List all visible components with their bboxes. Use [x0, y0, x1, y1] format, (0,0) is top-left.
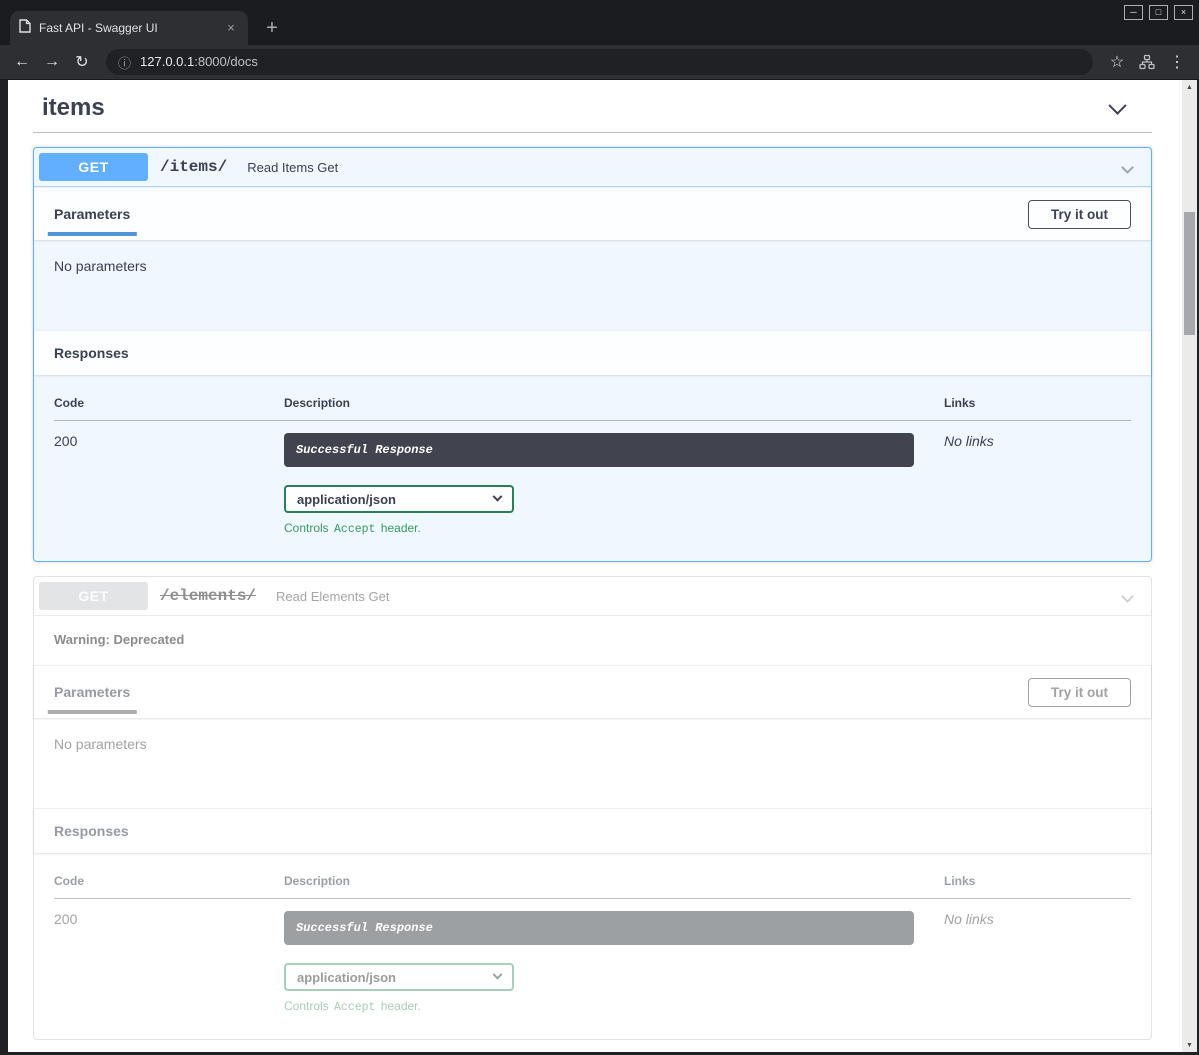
col-header-links: Links [944, 870, 1131, 899]
hint-suffix: header. [381, 521, 421, 535]
accept-header-hint: Controls Accept header. [284, 999, 914, 1014]
window-maximize-button[interactable]: □ [1149, 5, 1168, 20]
response-description: Successful Response [284, 433, 914, 467]
responses-body: Code Description Links 200 Successful Re… [34, 375, 1151, 561]
opblock-summary[interactable]: GET /items/ Read Items Get [34, 148, 1151, 187]
browser-viewport: items GET /items/ Read Items Get Paramet… [0, 80, 1199, 1055]
col-header-links: Links [944, 392, 1131, 421]
endpoint-path: /elements/ [160, 587, 256, 605]
back-button[interactable]: ← [8, 48, 36, 76]
window-minimize-button[interactable]: ─ [1124, 5, 1143, 20]
endpoint-summary: Read Elements Get [276, 589, 389, 604]
hint-prefix: Controls [284, 521, 329, 535]
collapse-chevron-icon[interactable] [1121, 590, 1134, 603]
response-code: 200 [54, 421, 284, 537]
col-header-code: Code [54, 870, 284, 899]
parameters-body: No parameters [34, 718, 1151, 808]
swagger-page: items GET /items/ Read Items Get Paramet… [8, 80, 1182, 1052]
media-type-value: application/json [297, 970, 396, 985]
tab-title: Fast API - Swagger UI [39, 21, 215, 35]
tab-close-icon[interactable]: × [223, 20, 239, 36]
response-description: Successful Response [284, 911, 914, 945]
hint-prefix: Controls [284, 999, 329, 1013]
section-divider [33, 132, 1152, 133]
collapse-chevron-icon[interactable] [1121, 161, 1134, 174]
no-parameters-text: No parameters [54, 736, 147, 752]
close-icon: × [1181, 8, 1186, 17]
try-it-out-button[interactable]: Try it out [1028, 678, 1131, 707]
select-caret-icon [493, 969, 503, 979]
parameters-header: Parameters Try it out [34, 187, 1151, 240]
media-type-select[interactable]: application/json [284, 963, 514, 991]
browser-toolbar: ← → ↻ ⓘ 127.0.0.1:8000/docs ☆ ⋮ [0, 45, 1199, 80]
try-it-out-button[interactable]: Try it out [1028, 200, 1131, 229]
endpoint-path: /items/ [160, 158, 227, 176]
parameters-tab: Parameters [54, 684, 130, 700]
parameters-header: Parameters Try it out [34, 665, 1151, 718]
window-controls: ─ □ × [1124, 5, 1193, 20]
response-code: 200 [54, 899, 284, 1015]
url-host: 127.0.0.1 [140, 54, 194, 69]
parameters-title: Parameters [54, 684, 130, 700]
responses-table: Code Description Links 200 Successful Re… [54, 392, 1131, 536]
response-links: No links [944, 421, 1131, 537]
hint-code: Accept [334, 1001, 375, 1014]
maximize-icon: □ [1156, 8, 1161, 17]
responses-title: Responses [54, 823, 129, 839]
col-header-description: Description [284, 392, 944, 421]
browser-tab[interactable]: Fast API - Swagger UI × [10, 11, 248, 45]
responses-header: Responses [34, 808, 1151, 853]
scrollbar-thumb[interactable] [1184, 212, 1195, 335]
select-caret-icon [493, 491, 503, 501]
address-bar[interactable]: ⓘ 127.0.0.1:8000/docs [106, 49, 1093, 75]
responses-body: Code Description Links 200 Successful Re… [34, 853, 1151, 1039]
url-path: :8000/docs [194, 54, 258, 69]
menu-kebab-icon[interactable]: ⋮ [1163, 48, 1191, 76]
forward-button[interactable]: → [38, 48, 66, 76]
page-favicon-icon [19, 19, 31, 38]
opblock-get-items: GET /items/ Read Items Get Parameters Tr… [33, 147, 1152, 562]
scroll-down-arrow-icon[interactable]: ▼ [1182, 1038, 1197, 1052]
new-tab-button[interactable]: + [258, 14, 286, 42]
parameters-body: No parameters [34, 240, 1151, 330]
parameters-tab: Parameters [54, 206, 130, 222]
minimize-icon: ─ [1130, 8, 1136, 17]
parameters-title: Parameters [54, 206, 130, 222]
response-row: 200 Successful Response application/json… [54, 421, 1131, 537]
responses-header: Responses [34, 330, 1151, 375]
responses-title: Responses [54, 345, 129, 361]
bookmark-star-icon[interactable]: ☆ [1103, 48, 1131, 76]
tag-section-header: items [33, 90, 1152, 132]
no-parameters-text: No parameters [54, 258, 147, 274]
opblock-summary[interactable]: GET /elements/ Read Elements Get [34, 577, 1151, 616]
col-header-code: Code [54, 392, 284, 421]
method-badge: GET [39, 153, 148, 181]
reload-button[interactable]: ↻ [68, 48, 96, 76]
responses-table: Code Description Links 200 Successful Re… [54, 870, 1131, 1014]
endpoint-summary: Read Items Get [247, 160, 338, 175]
col-header-description: Description [284, 870, 944, 899]
section-title: items [42, 94, 105, 122]
page-scrollbar[interactable]: ▲ ▼ [1182, 80, 1197, 1052]
url-text: 127.0.0.1:8000/docs [140, 53, 258, 71]
tab-strip: Fast API - Swagger UI × + ─ □ × [0, 0, 1199, 45]
method-badge: GET [39, 582, 148, 610]
browser-window: Fast API - Swagger UI × + ─ □ × ← → ↻ ⓘ … [0, 0, 1199, 1055]
accept-header-hint: Controls Accept header. [284, 521, 914, 536]
media-type-value: application/json [297, 492, 396, 507]
scroll-up-arrow-icon[interactable]: ▲ [1182, 80, 1197, 94]
extensions-icon[interactable] [1133, 48, 1161, 76]
opblock-get-elements-deprecated: GET /elements/ Read Elements Get Warning… [33, 576, 1152, 1040]
hint-suffix: header. [381, 999, 421, 1013]
hint-code: Accept [334, 523, 375, 536]
media-type-select[interactable]: application/json [284, 485, 514, 513]
response-row: 200 Successful Response application/json… [54, 899, 1131, 1015]
deprecated-warning: Warning: Deprecated [34, 616, 1151, 665]
site-info-icon[interactable]: ⓘ [118, 53, 131, 72]
window-close-button[interactable]: × [1174, 5, 1193, 20]
section-collapse-chevron-icon[interactable] [1108, 96, 1126, 114]
response-links: No links [944, 899, 1131, 1015]
